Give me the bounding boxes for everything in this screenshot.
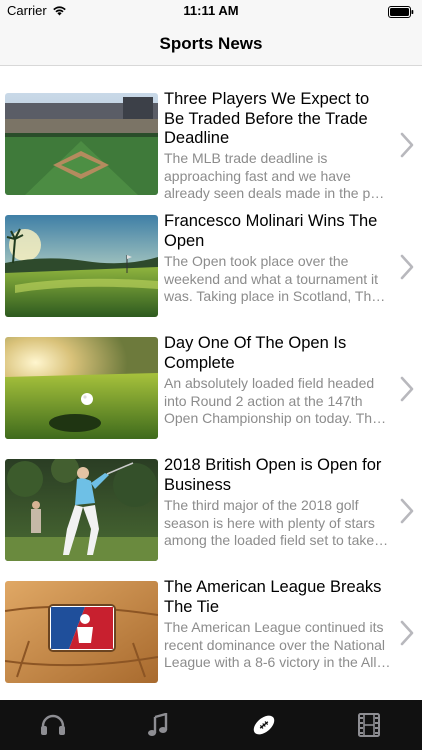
news-summary: The third major of the 2018 golf season … <box>164 497 375 548</box>
page-title: Sports News <box>159 34 263 53</box>
tab-headphones[interactable] <box>0 700 106 750</box>
chevron-right-icon <box>400 620 414 646</box>
golf-course-sunset-image <box>5 215 158 317</box>
news-summary: The Open took place over the weekend and… <box>164 253 380 304</box>
chevron-right-icon <box>400 132 414 158</box>
news-item[interactable]: Francesco Molinari Wins The Open The Ope… <box>0 210 422 332</box>
film-icon <box>358 713 381 737</box>
music-note-icon <box>148 713 168 736</box>
status-bar: Carrier 11:11 AM <box>0 0 422 22</box>
battery-icon <box>388 5 414 23</box>
news-summary: The MLB trade deadline is approaching fa… <box>164 150 389 201</box>
golfer-swing-image <box>5 459 158 561</box>
navigation-bar: Sports News <box>0 22 422 66</box>
chevron-right-icon <box>400 498 414 524</box>
mlb-glove-image <box>5 581 158 683</box>
football-icon <box>253 715 274 735</box>
news-item[interactable]: The American League Breaks The Tie The A… <box>0 576 422 698</box>
tab-movies[interactable] <box>317 700 422 750</box>
news-item[interactable]: Three Players We Expect to Be Traded Bef… <box>0 88 422 210</box>
baseball-stadium-image <box>5 93 158 195</box>
news-item[interactable]: Day One Of The Open Is Complete An absol… <box>0 332 422 454</box>
news-title: Three Players We Expect to Be Traded Bef… <box>164 90 370 147</box>
status-time: 11:11 AM <box>183 3 239 18</box>
news-title: The American League Breaks The Tie <box>164 578 382 616</box>
news-title: Day One Of The Open Is Complete <box>164 334 347 372</box>
headphones-icon <box>40 714 65 735</box>
golf-ball-green-image <box>5 337 158 439</box>
tab-music[interactable] <box>106 700 212 750</box>
tab-sports[interactable] <box>211 700 317 750</box>
tab-bar <box>0 700 422 750</box>
news-summary: The American League continued its recent… <box>164 619 386 670</box>
chevron-right-icon <box>400 254 414 280</box>
news-title: Francesco Molinari Wins The Open <box>164 212 378 250</box>
news-item[interactable]: 2018 British Open is Open for Business T… <box>0 454 422 576</box>
news-title: 2018 British Open is Open for Business <box>164 456 382 494</box>
chevron-right-icon <box>400 376 414 402</box>
news-summary: An absolutely loaded field headed into R… <box>164 375 380 426</box>
